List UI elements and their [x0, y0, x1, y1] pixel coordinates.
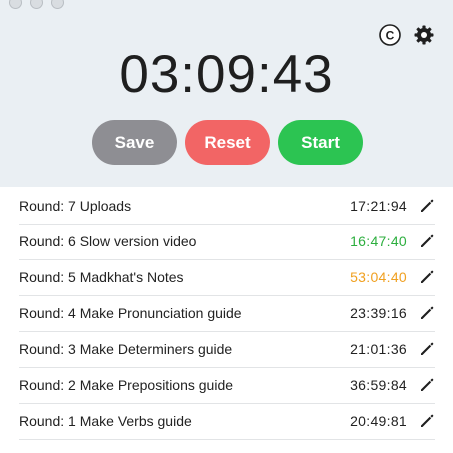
round-row[interactable]: Round: 3 Make Determiners guide 21:01:36	[19, 331, 435, 368]
pencil-icon	[421, 234, 434, 247]
pencil-icon	[421, 414, 434, 427]
pencil-icon	[421, 342, 434, 355]
round-label: Round: 3 Make Determiners guide	[19, 341, 233, 357]
c-circle-button[interactable]: C	[379, 24, 401, 46]
round-label: Round: 7 Uploads	[19, 198, 132, 214]
round-label: Round: 2 Make Prepositions guide	[19, 377, 234, 393]
round-time: 16:47:40	[350, 233, 407, 249]
round-time: 53:04:40	[350, 269, 407, 285]
gear-icon	[414, 25, 434, 45]
round-row[interactable]: Round: 2 Make Prepositions guide 36:59:84	[19, 367, 435, 404]
edit-round-button[interactable]	[419, 341, 435, 357]
round-row[interactable]: Round: 6 Slow version video 16:47:40	[19, 223, 435, 260]
pencil-icon	[421, 306, 434, 319]
round-label: Round: 1 Make Verbs guide	[19, 413, 192, 429]
close-window-button[interactable]	[9, 0, 22, 9]
c-circle-icon: C	[379, 24, 401, 46]
zoom-window-button[interactable]	[51, 0, 64, 9]
round-row[interactable]: Round: 4 Make Pronunciation guide 23:39:1…	[19, 295, 435, 332]
timer-panel: C 03:09:43 Save Reset Start	[0, 0, 453, 187]
pencil-icon	[421, 270, 434, 283]
edit-round-button[interactable]	[419, 413, 435, 429]
timer-display: 03:09:43	[119, 45, 334, 104]
edit-round-button[interactable]	[419, 198, 435, 214]
reset-button[interactable]: Reset	[185, 120, 270, 165]
round-time: 36:59:84	[350, 377, 407, 393]
start-button[interactable]: Start	[278, 120, 363, 165]
c-label: C	[386, 29, 395, 43]
settings-button[interactable]	[413, 24, 435, 46]
round-row[interactable]: Round: 7 Uploads 17:21:94	[19, 188, 435, 225]
round-time: 23:39:16	[350, 305, 407, 321]
round-label: Round: 5 Madkhat's Notes	[19, 269, 184, 285]
pencil-icon	[421, 378, 434, 391]
edit-round-button[interactable]	[419, 377, 435, 393]
round-row[interactable]: Round: 5 Madkhat's Notes 53:04:40	[19, 259, 435, 296]
round-time: 21:01:36	[350, 341, 407, 357]
minimize-window-button[interactable]	[30, 0, 43, 9]
pencil-icon	[421, 199, 434, 212]
edit-round-button[interactable]	[419, 269, 435, 285]
round-time: 17:21:94	[350, 198, 407, 214]
round-row[interactable]: Round: 1 Make Verbs guide 20:49:81	[19, 403, 435, 440]
round-time: 20:49:81	[350, 413, 407, 429]
edit-round-button[interactable]	[419, 233, 435, 249]
round-label: Round: 4 Make Pronunciation guide	[19, 305, 242, 321]
window-controls	[9, 0, 64, 9]
edit-round-button[interactable]	[419, 305, 435, 321]
round-label: Round: 6 Slow version video	[19, 233, 197, 249]
save-button[interactable]: Save	[92, 120, 177, 165]
